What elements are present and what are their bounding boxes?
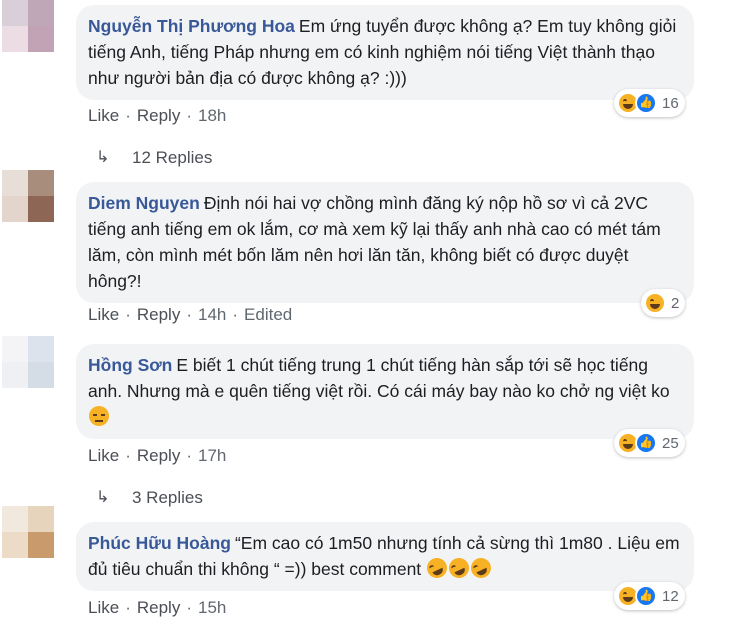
comment: Diem Nguyen Định nói hai vợ chồng mình đă… <box>0 170 748 330</box>
avatar[interactable] <box>2 170 54 222</box>
reaction-summary[interactable]: 👍 12 <box>614 582 685 610</box>
separator: · <box>186 598 192 617</box>
comment-actions: Like · Reply · 17h <box>88 445 226 467</box>
timestamp[interactable]: 14h <box>198 305 226 324</box>
comment: Phúc Hữu Hoàng “Em cao có 1m50 nhưng tính… <box>0 506 748 633</box>
comment-actions: Like · Reply · 18h <box>88 105 226 127</box>
edited-label[interactable]: Edited <box>244 305 292 324</box>
rolling-on-floor-laughing-emoji <box>445 554 473 582</box>
like-button[interactable]: Like <box>88 598 119 617</box>
timestamp[interactable]: 15h <box>198 598 226 617</box>
timestamp[interactable]: 17h <box>198 446 226 465</box>
comment-bubble: Diem Nguyen Định nói hai vợ chồng mình đă… <box>76 182 694 303</box>
like-button[interactable]: Like <box>88 106 119 125</box>
avatar[interactable] <box>2 506 54 558</box>
reply-button[interactable]: Reply <box>137 598 180 617</box>
comment-author[interactable]: Nguyễn Thị Phương Hoa <box>88 16 295 36</box>
comment-bubble: Nguyễn Thị Phương Hoa Em ứng tuyển được k… <box>76 5 694 100</box>
reaction-count: 16 <box>662 94 679 112</box>
like-icon: 👍 <box>635 585 657 607</box>
separator: · <box>125 305 131 324</box>
comment-actions: Like · Reply · 15h <box>88 597 226 619</box>
reaction-count: 25 <box>662 434 679 452</box>
rolling-on-floor-laughing-emoji <box>423 554 451 582</box>
comment: Hồng Sơn E biết 1 chút tiếng trung 1 chút… <box>0 336 748 466</box>
avatar[interactable] <box>2 0 54 52</box>
like-icon: 👍 <box>635 432 657 454</box>
comment-author[interactable]: Diem Nguyen <box>88 193 200 213</box>
reaction-summary[interactable]: 👍 16 <box>614 89 685 117</box>
reply-arrow-icon: ↳ <box>96 149 110 166</box>
separator: · <box>125 446 131 465</box>
comment-author[interactable]: Hồng Sơn <box>88 355 172 375</box>
separator: · <box>186 305 192 324</box>
like-button[interactable]: Like <box>88 446 119 465</box>
avatar[interactable] <box>2 336 54 388</box>
timestamp[interactable]: 18h <box>198 106 226 125</box>
reaction-count: 2 <box>671 294 680 312</box>
separator: · <box>232 305 239 324</box>
reply-button[interactable]: Reply <box>137 446 180 465</box>
reply-button[interactable]: Reply <box>137 106 180 125</box>
comment-bubble: Phúc Hữu Hoàng “Em cao có 1m50 nhưng tính… <box>76 522 694 591</box>
reaction-summary[interactable]: 👍 25 <box>614 429 685 457</box>
disappointed-face-emoji <box>89 406 109 426</box>
comment: Nguyễn Thị Phương Hoa Em ứng tuyển được k… <box>0 0 748 140</box>
reaction-count: 12 <box>662 587 679 605</box>
rolling-on-floor-laughing-emoji <box>467 554 495 582</box>
comment-text: E biết 1 chút tiếng trung 1 chút tiếng h… <box>88 355 670 401</box>
reaction-summary[interactable]: 2 <box>641 289 686 317</box>
view-replies-link[interactable]: ↳ 12 Replies <box>96 146 212 170</box>
comment-author[interactable]: Phúc Hữu Hoàng <box>88 533 231 553</box>
like-button[interactable]: Like <box>88 305 119 324</box>
reply-button[interactable]: Reply <box>137 305 180 324</box>
separator: · <box>186 446 192 465</box>
comment-actions: Like · Reply · 14h · Edited <box>88 304 292 326</box>
separator: · <box>186 106 192 125</box>
like-icon: 👍 <box>635 92 657 114</box>
comment-bubble: Hồng Sơn E biết 1 chút tiếng trung 1 chút… <box>76 344 694 439</box>
replies-count[interactable]: 12 Replies <box>132 146 212 170</box>
separator: · <box>125 106 131 125</box>
separator: · <box>125 598 131 617</box>
haha-icon <box>644 292 666 314</box>
